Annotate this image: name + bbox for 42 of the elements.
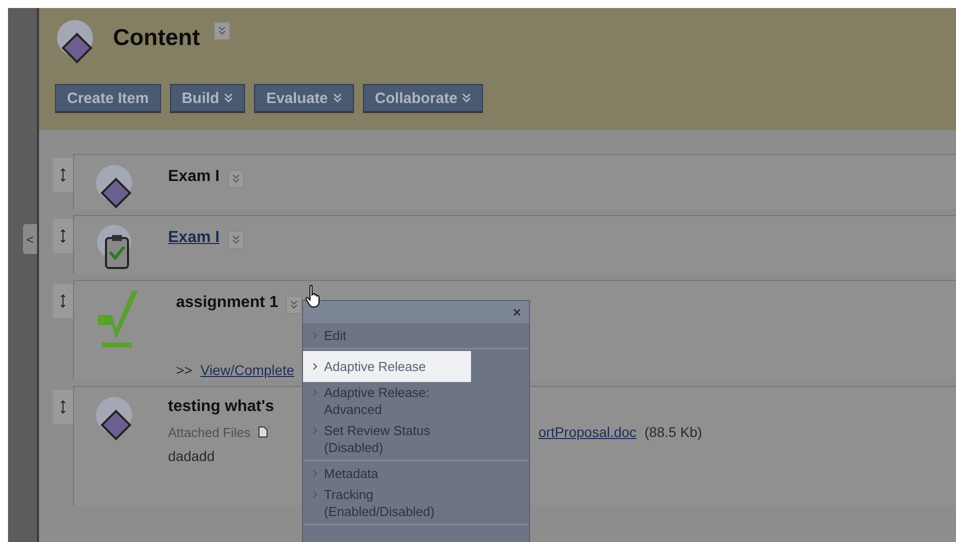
close-button[interactable]: × bbox=[512, 304, 521, 320]
move-icon bbox=[60, 294, 66, 308]
chevron-right-icon bbox=[313, 332, 317, 339]
expand-icon[interactable] bbox=[228, 170, 244, 188]
item-text: dadadd bbox=[168, 448, 215, 464]
item-title: Exam I bbox=[168, 168, 220, 186]
menu-item[interactable]: Tracking (Enabled/Disabled) bbox=[303, 484, 529, 522]
expand-icon[interactable] bbox=[214, 22, 230, 40]
file-size: (88.5 Kb) bbox=[644, 424, 702, 440]
chevron-right-icon bbox=[313, 470, 317, 477]
move-icon bbox=[60, 400, 66, 414]
drag-handle[interactable] bbox=[53, 219, 73, 253]
toolbar-button[interactable]: Create Item bbox=[55, 84, 161, 112]
view-link[interactable]: View/Complete bbox=[200, 362, 294, 378]
toolbar-button[interactable]: Evaluate bbox=[254, 84, 354, 112]
chevron-right-icon bbox=[313, 389, 317, 396]
menu-item[interactable]: Metadata bbox=[303, 463, 529, 484]
item-title: assignment 1 bbox=[176, 294, 278, 312]
chevron-right-icon bbox=[313, 491, 317, 498]
chevron-right-icon bbox=[313, 363, 317, 370]
toolbar-button[interactable]: Build bbox=[170, 84, 246, 112]
menu-item[interactable]: Adaptive Release: Advanced bbox=[303, 382, 529, 420]
move-icon bbox=[60, 229, 66, 243]
file-icon bbox=[258, 426, 268, 438]
menu-item[interactable]: Set Review Status (Disabled) bbox=[303, 420, 529, 458]
menu-item[interactable]: Adaptive Release bbox=[303, 351, 471, 382]
attached-label: Attached Files bbox=[168, 424, 250, 440]
drag-handle[interactable] bbox=[53, 284, 73, 318]
move-icon bbox=[60, 168, 66, 182]
drag-handle[interactable] bbox=[53, 390, 73, 424]
page-title: Content bbox=[113, 24, 200, 51]
expand-icon[interactable] bbox=[228, 231, 244, 249]
item-title[interactable]: Exam I bbox=[168, 229, 220, 247]
expand-icon[interactable] bbox=[286, 296, 302, 314]
collapse-tab[interactable]: < bbox=[23, 224, 37, 254]
file-link[interactable]: ortProposal.doc bbox=[538, 424, 636, 440]
toolbar-button[interactable]: Collaborate bbox=[362, 84, 484, 112]
action-prefix: >> bbox=[176, 362, 192, 378]
chevron-right-icon bbox=[313, 427, 317, 434]
item-title: testing what's bbox=[168, 398, 274, 416]
menu-item[interactable]: Edit bbox=[303, 325, 529, 346]
drag-handle[interactable] bbox=[53, 158, 73, 192]
